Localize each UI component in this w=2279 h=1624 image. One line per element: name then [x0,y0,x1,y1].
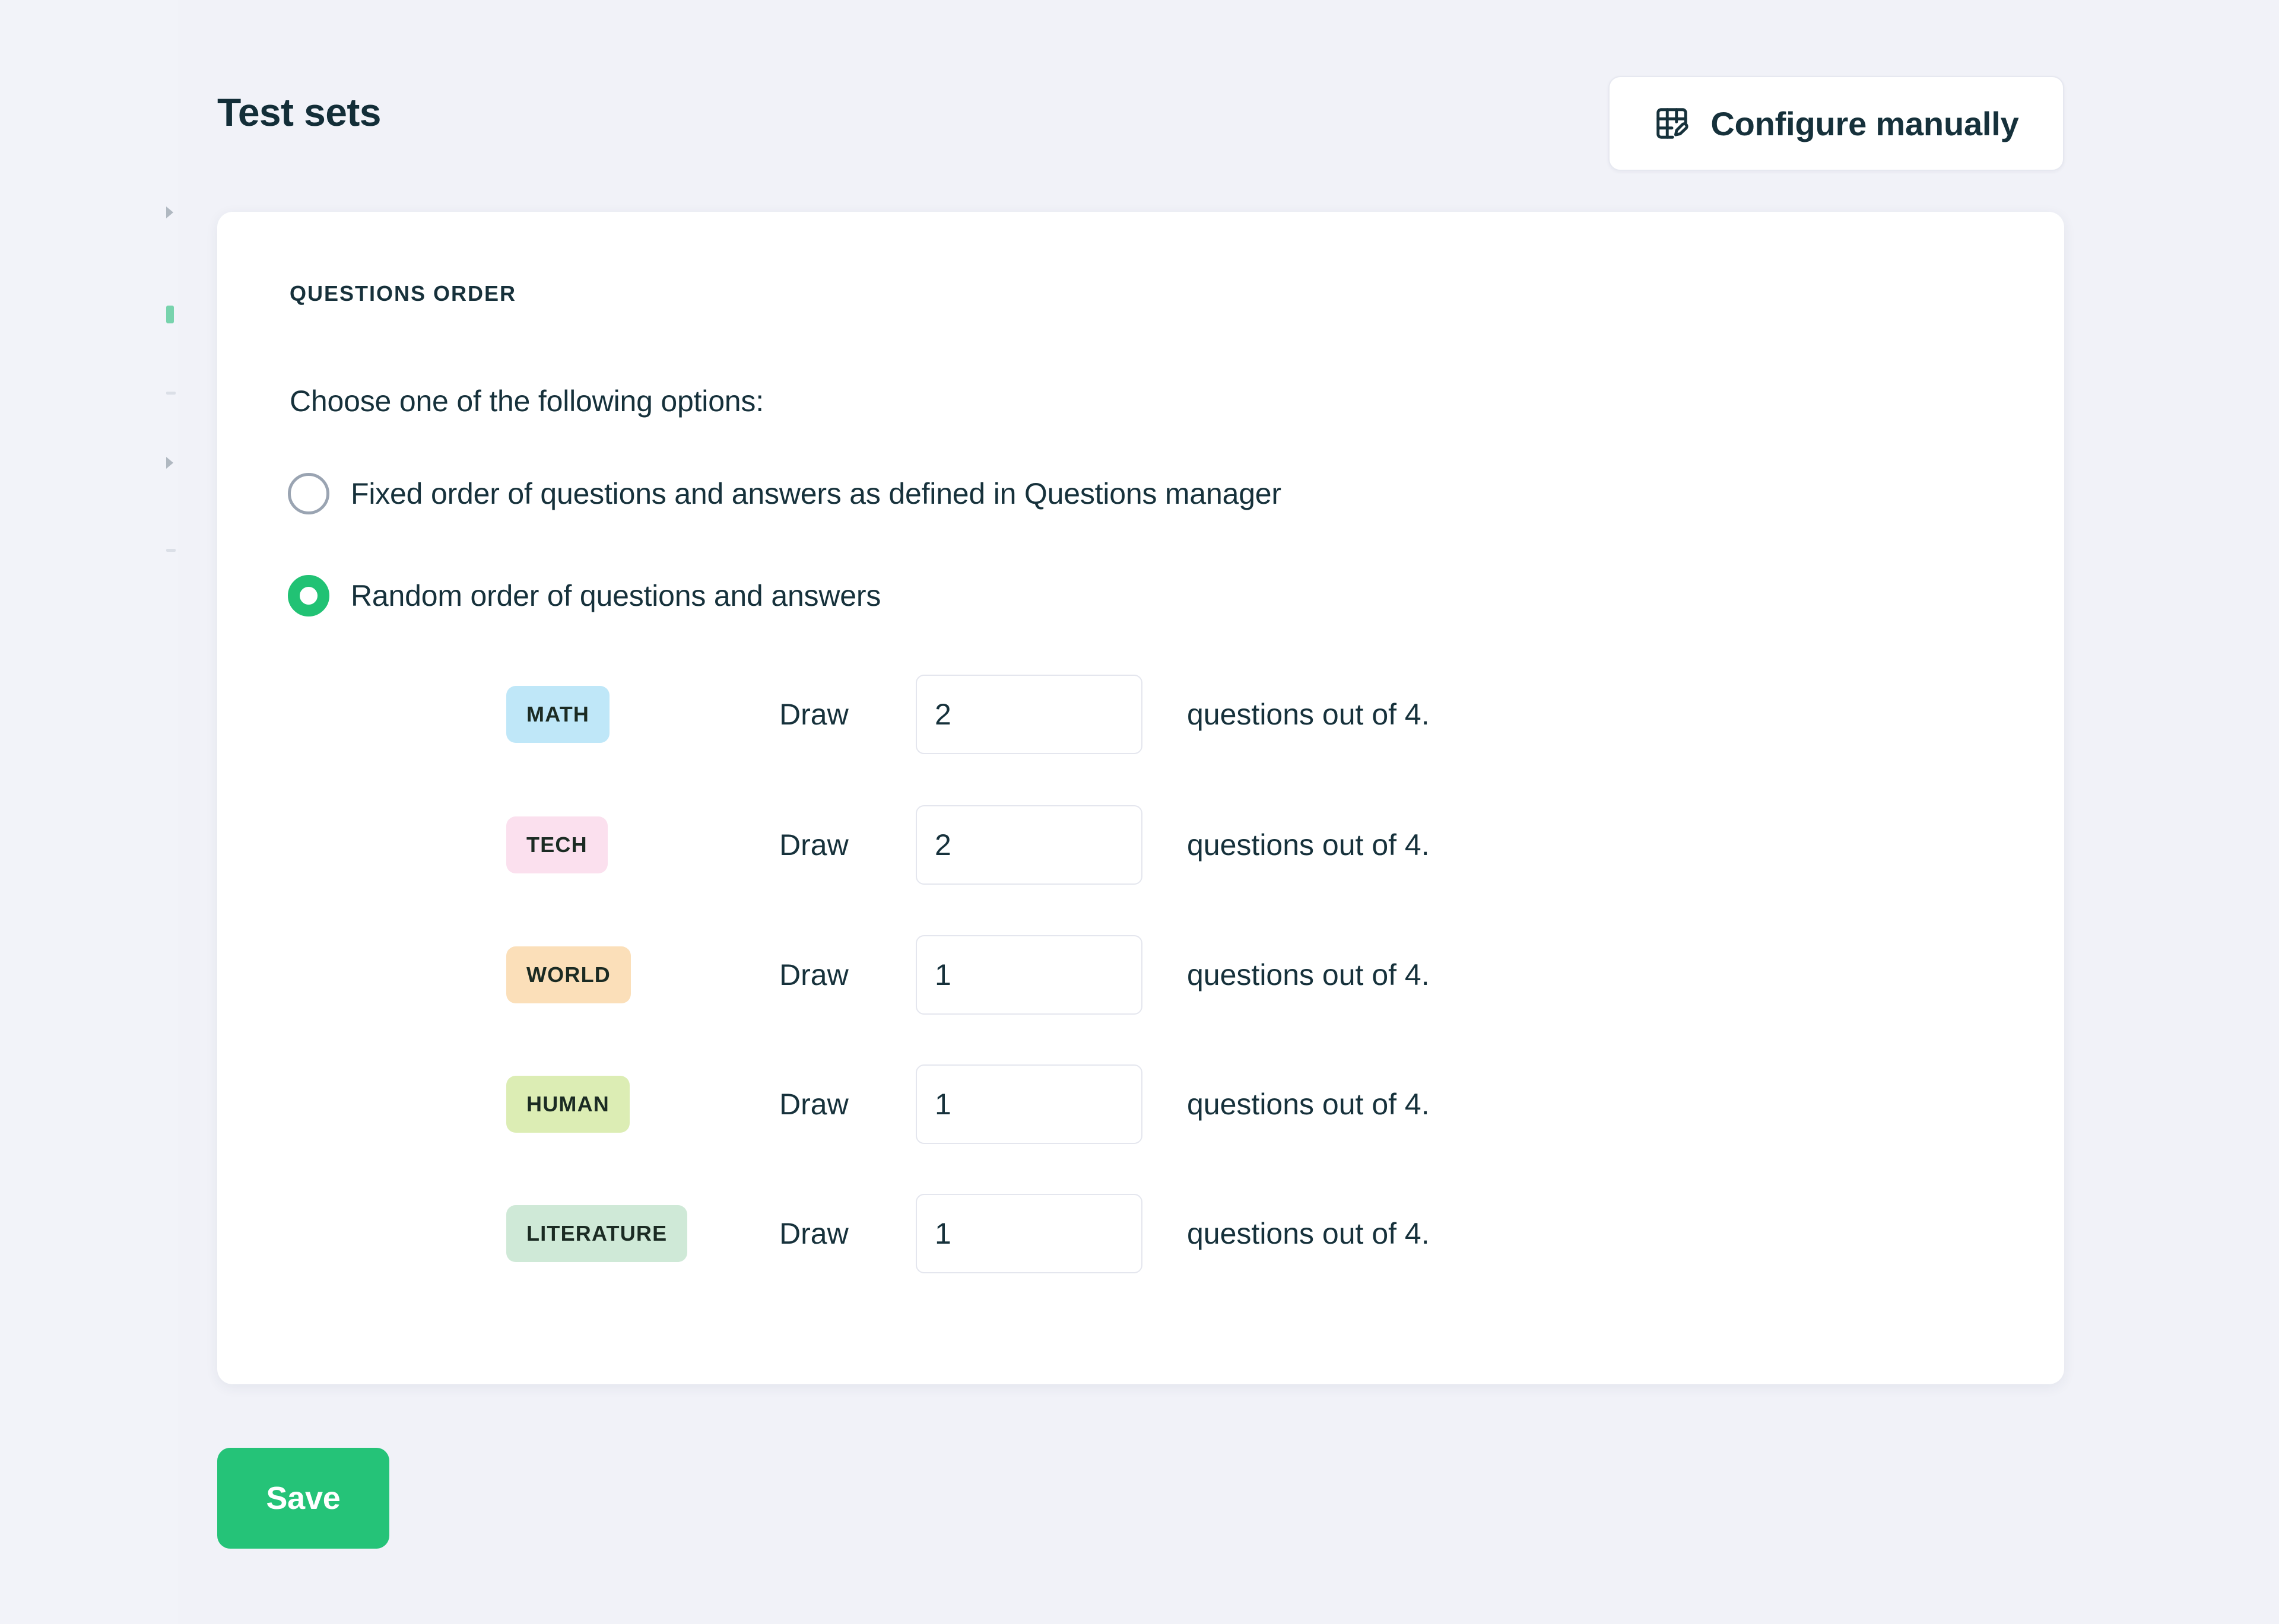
instruction-text: Choose one of the following options: [290,384,764,418]
grid-edit-icon [1653,105,1690,142]
draw-count-input-human[interactable] [916,1064,1142,1144]
draw-suffix-literature: questions out of 4. [1187,1217,1430,1250]
test-sets-page: Test sets Configure manually QUESTIONS O… [0,0,2279,1624]
category-tag-math: MATH [506,686,610,743]
category-tag-tech: TECH [506,816,608,873]
questions-order-card: QUESTIONS ORDER Choose one of the follow… [217,212,2064,1384]
draw-label: Draw [779,698,849,731]
draw-count-input-world[interactable] [916,935,1142,1015]
radio-label-random-order: Random order of questions and answers [351,579,881,612]
draw-count-input-literature[interactable] [916,1194,1142,1273]
radio-option-random-order[interactable]: Random order of questions and answers [288,575,881,616]
draw-suffix-math: questions out of 4. [1187,698,1430,731]
draw-label: Draw [779,1088,849,1121]
radio-icon-unselected[interactable] [288,473,329,514]
page-title: Test sets [217,90,381,134]
save-button[interactable]: Save [217,1448,389,1549]
radio-label-fixed-order: Fixed order of questions and answers as … [351,477,1281,510]
draw-label: Draw [779,958,849,991]
draw-label: Draw [779,828,849,862]
draw-count-input-math[interactable] [916,675,1142,754]
draw-label: Draw [779,1217,849,1250]
configure-manually-label: Configure manually [1710,104,2019,142]
draw-count-input-tech[interactable] [916,805,1142,885]
section-label-questions-order: QUESTIONS ORDER [290,281,517,306]
draw-suffix-world: questions out of 4. [1187,958,1430,991]
page-header: Test sets Configure manually [217,76,2064,171]
category-tag-world: WORLD [506,946,631,1003]
category-tag-human: HUMAN [506,1076,630,1133]
draw-suffix-human: questions out of 4. [1187,1088,1430,1121]
radio-option-fixed-order[interactable]: Fixed order of questions and answers as … [288,473,1281,514]
configure-manually-button[interactable]: Configure manually [1608,76,2064,171]
draw-suffix-tech: questions out of 4. [1187,828,1430,862]
radio-icon-selected[interactable] [288,575,329,616]
category-tag-literature: LITERATURE [506,1205,688,1262]
